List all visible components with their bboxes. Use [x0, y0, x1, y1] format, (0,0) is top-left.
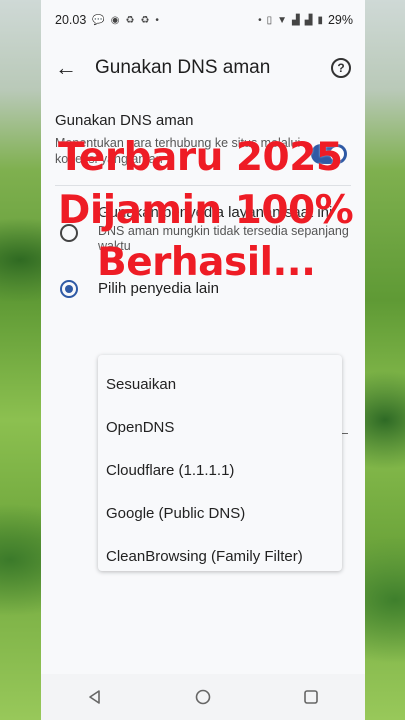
overlay-text-line1: Terbaru 2025 [58, 135, 343, 180]
recents-nav-icon[interactable] [303, 689, 319, 705]
dns-provider-dropdown: Sesuaikan OpenDNS Cloudflare (1.1.1.1) G… [98, 355, 342, 571]
radio-other-provider[interactable] [60, 280, 78, 298]
phone-screen: 20.03 💬 ◉ ♻ ♻ • • ▯ ▼ ▟ ▟ ▮ 29% ← Gunaka… [41, 0, 365, 720]
overlay-text-line2: Dijamin 100% [58, 188, 354, 233]
dropdown-item-cleanbrowsing[interactable]: CleanBrowsing (Family Filter) [98, 535, 342, 578]
dropdown-item-google[interactable]: Google (Public DNS) [98, 492, 342, 535]
field-underline [342, 433, 348, 434]
dot-icon-2: • [258, 14, 262, 26]
divider [55, 185, 351, 186]
dropdown-item-custom[interactable]: Sesuaikan [98, 363, 342, 406]
signal-icon: ▟ [292, 14, 300, 26]
dropdown-item-cloudflare[interactable]: Cloudflare (1.1.1.1) [98, 449, 342, 492]
app-bar: ← Gunakan DNS aman ? [41, 40, 365, 96]
dropdown-item-opendns[interactable]: OpenDNS [98, 406, 342, 449]
chat-icon: 💬 [92, 14, 105, 26]
recycle-icon: ♻ [125, 14, 135, 26]
vibrate-icon: ▯ [266, 14, 273, 26]
overlay-text-line3: Berhasil... [97, 240, 316, 285]
secure-dns-title: Gunakan DNS aman [55, 112, 194, 129]
navigation-bar [41, 674, 365, 720]
help-icon[interactable]: ? [331, 58, 351, 78]
back-arrow-icon[interactable]: ← [55, 55, 83, 81]
status-bar: 20.03 💬 ◉ ♻ ♻ • • ▯ ▼ ▟ ▟ ▮ 29% [41, 0, 365, 40]
signal-icon-2: ▟ [304, 14, 313, 26]
wifi-icon: ▼ [277, 14, 288, 26]
back-nav-icon[interactable] [87, 689, 103, 705]
battery-percent: 29% [327, 13, 353, 27]
page-title: Gunakan DNS aman [95, 57, 271, 78]
status-time: 20.03 [55, 13, 87, 27]
home-nav-icon[interactable] [195, 689, 211, 705]
dot-icon: • [155, 14, 159, 26]
target-icon: ◉ [110, 14, 120, 26]
battery-icon: ▮ [317, 14, 323, 26]
recycle-icon-2: ♻ [140, 14, 150, 26]
